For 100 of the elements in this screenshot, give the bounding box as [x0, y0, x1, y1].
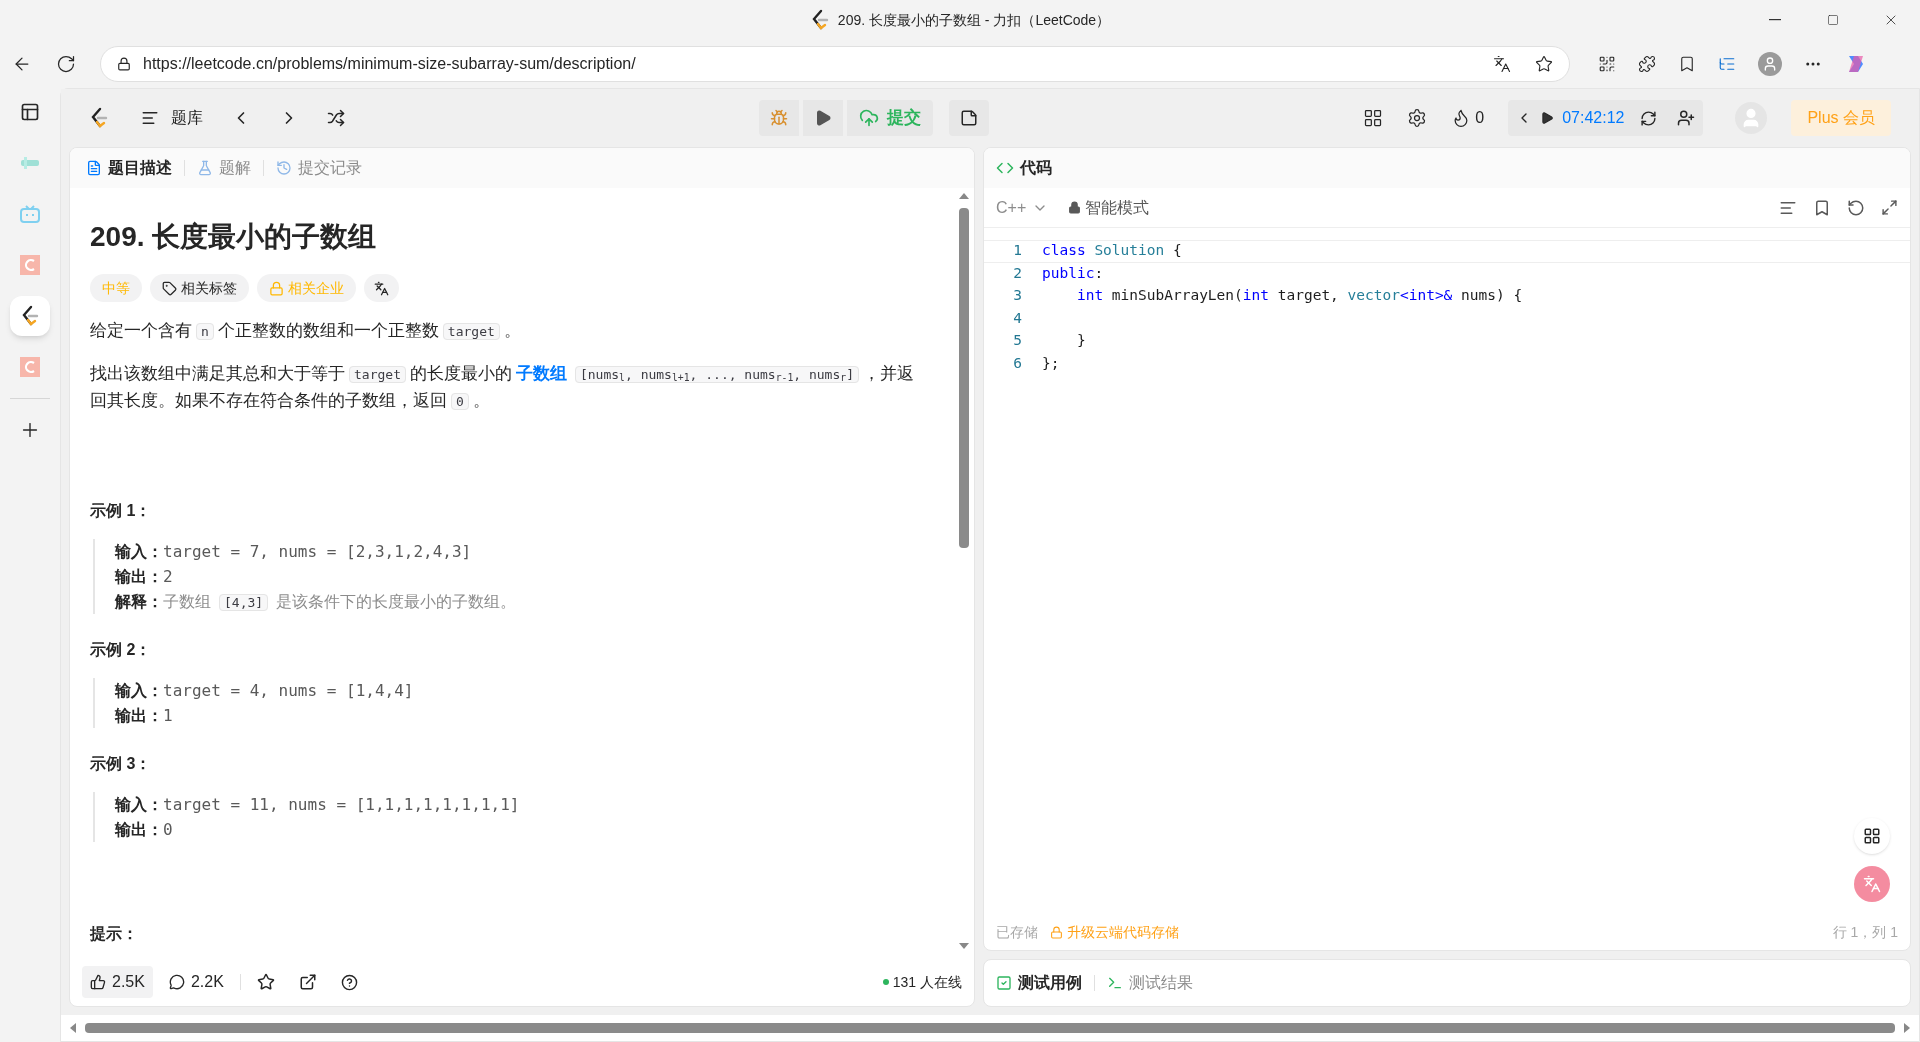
saved-status: 已存储: [996, 922, 1038, 942]
panel-tab[interactable]: 题目描述: [86, 156, 172, 180]
favorite-icon[interactable]: [1535, 55, 1553, 73]
comment-icon: [168, 974, 185, 990]
tabs-icon[interactable]: [20, 102, 40, 122]
example-value: target = 4, nums = [1,4,4]: [163, 679, 414, 702]
star-icon[interactable]: [256, 973, 275, 991]
example-label: 输入：: [115, 680, 163, 701]
apps-button[interactable]: [1854, 818, 1890, 854]
online-count: 131 人在线: [892, 972, 962, 992]
profile-avatar[interactable]: [1758, 52, 1782, 76]
cursor-position: 行 1，列 1: [1832, 922, 1898, 942]
extensions-icon[interactable]: [1638, 55, 1656, 73]
collections-icon[interactable]: [1718, 55, 1736, 73]
example-value: 1: [163, 704, 173, 727]
url-text: https://leetcode.cn/problems/minimum-size-subarray-sum/description/: [143, 54, 637, 74]
comments-button[interactable]: 2.2K: [168, 970, 224, 994]
terminal-icon: [1107, 975, 1123, 991]
play-icon: [814, 109, 833, 127]
address-bar[interactable]: https://leetcode.cn/problems/minimum-size-subarray-sum/description/: [100, 46, 1570, 82]
run-button[interactable]: [803, 100, 844, 136]
streak-count: 0: [1475, 108, 1485, 128]
scroll-right-icon[interactable]: [1903, 1023, 1911, 1033]
like-button[interactable]: 2.5K: [82, 966, 153, 998]
subarray-link[interactable]: 子数组: [515, 364, 567, 383]
scroll-up-icon[interactable]: [959, 192, 969, 200]
tag-icon: [162, 280, 177, 296]
read-aloud-icon[interactable]: [1493, 55, 1511, 73]
example-label: 输出：: [115, 705, 163, 726]
layout-icon[interactable]: [1363, 108, 1384, 128]
reset-icon[interactable]: [1640, 109, 1658, 127]
note-icon: [960, 109, 979, 127]
upload-icon: [859, 108, 880, 128]
line-number: 3: [1012, 286, 1022, 306]
example-heading: 示例 3：: [90, 754, 153, 774]
shuffle-icon[interactable]: [327, 109, 345, 127]
invite-icon[interactable]: [1677, 109, 1696, 127]
example-value: target = 7, nums = [2,3,1,2,4,3]: [163, 540, 472, 563]
fullscreen-icon[interactable]: [1881, 198, 1898, 216]
line-number: 2: [1012, 263, 1022, 283]
console-tab[interactable]: 测试用例: [996, 971, 1082, 995]
lock-icon: [1050, 925, 1063, 939]
document-icon: [86, 160, 102, 176]
code-line: int minSubArrayLen(int target, vector<int>& nums) {: [1075, 286, 1523, 306]
example-label: 输入：: [115, 541, 163, 562]
upgrade-link[interactable]: 升级云端代码存储: [1067, 921, 1179, 943]
problem-bank-link[interactable]: 题库: [171, 106, 203, 130]
lock-icon: [1068, 201, 1082, 214]
bookmark-icon[interactable]: [1813, 198, 1831, 217]
list-icon[interactable]: [141, 109, 159, 127]
leetcode-app-icon[interactable]: [20, 305, 40, 327]
topics-tag[interactable]: 相关标签: [150, 274, 249, 302]
mode-toggle[interactable]: 智能模式: [1068, 195, 1150, 220]
line-number: 5: [1012, 331, 1022, 351]
lock-icon: [117, 57, 131, 71]
scrollbar-thumb[interactable]: [959, 208, 969, 548]
checkbox-icon: [996, 975, 1012, 991]
reload-icon[interactable]: [56, 54, 76, 74]
explanation-text: 子数组 [4,3] 是该条件下的长度最小的子数组。: [163, 591, 517, 613]
example-heading: 示例 1：: [90, 501, 153, 521]
code-line: };: [1042, 353, 1060, 373]
scroll-left-icon[interactable]: [69, 1023, 77, 1033]
translate-icon: [1863, 875, 1881, 893]
help-icon[interactable]: [340, 973, 358, 991]
example-value: 0: [163, 818, 173, 841]
line-number: 6: [1012, 353, 1022, 373]
panel-tab[interactable]: 题解: [197, 156, 251, 180]
timer: 07:42:12: [1562, 108, 1625, 128]
flask-icon: [197, 160, 213, 176]
example-value: target = 11, nums = [1,1,1,1,1,1,1,1]: [163, 793, 520, 816]
console-tab[interactable]: 测试结果: [1107, 971, 1193, 995]
example-label: 输入：: [115, 794, 163, 815]
play-icon[interactable]: [1540, 111, 1555, 125]
code-line: }: [1075, 331, 1086, 351]
notes-button[interactable]: [949, 100, 990, 136]
person-icon: [1762, 56, 1778, 72]
grid-icon: [1863, 827, 1881, 845]
example-value: 2: [163, 565, 173, 588]
line-number: 1: [1012, 241, 1022, 261]
hint-heading: 提示：: [90, 924, 139, 944]
qr-code-icon[interactable]: [1598, 55, 1616, 73]
scroll-down-icon[interactable]: [959, 942, 969, 950]
code-panel-title: 代码: [1020, 158, 1052, 178]
submit-button[interactable]: 提交: [847, 100, 934, 136]
history-icon: [276, 160, 292, 176]
line-number: 4: [1012, 308, 1022, 328]
panel-tab[interactable]: 提交记录: [276, 156, 362, 180]
example-label: 输出：: [115, 819, 163, 840]
lock-icon: [269, 280, 284, 296]
favorites-icon[interactable]: [1678, 55, 1696, 73]
share-icon[interactable]: [298, 973, 317, 991]
problem-title: 209. 长度最小的子数组: [90, 220, 378, 254]
reset-code-icon[interactable]: [1847, 198, 1865, 217]
translate-button[interactable]: [364, 274, 399, 302]
horizontal-scrollbar-thumb[interactable]: [85, 1023, 1895, 1033]
translate-icon: [374, 280, 389, 296]
leetcode-logo[interactable]: [89, 107, 109, 129]
settings-icon[interactable]: [1407, 108, 1428, 128]
language-select[interactable]: C++: [996, 195, 1049, 220]
restore-icon: [1827, 14, 1839, 26]
